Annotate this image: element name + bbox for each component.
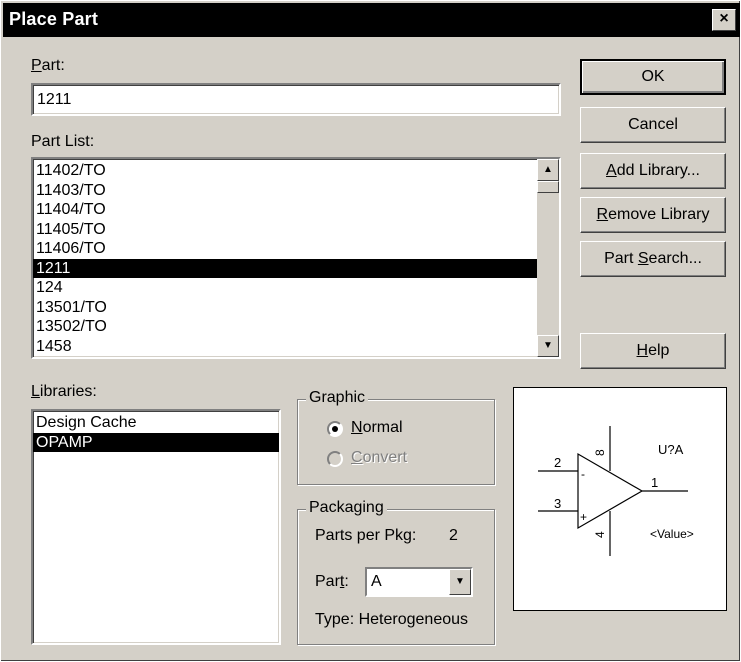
library-list-item[interactable]: OPAMP xyxy=(33,432,279,452)
ok-button[interactable]: OK xyxy=(580,59,726,95)
plus-sign: + xyxy=(580,510,587,524)
pin-3-label: 3 xyxy=(554,496,561,511)
title-bar[interactable]: Place Part × xyxy=(3,3,740,37)
add-library-button[interactable]: Add Library... xyxy=(580,153,726,189)
pkg-part-value: A xyxy=(371,573,382,590)
part-list-item[interactable]: 11402/TO xyxy=(33,161,537,181)
part-list[interactable]: 11402/TO 11403/TO 11404/TO 11405/TO 11406/TO… xyxy=(31,157,561,359)
ref-designator: U?A xyxy=(658,442,684,457)
libraries-label: Libraries: xyxy=(31,383,97,400)
place-part-dialog: Place Part × Part: 1211 Part List: 11402… xyxy=(0,0,741,662)
graphic-convert-label: Convert xyxy=(351,449,408,466)
part-label: Part: xyxy=(31,57,65,74)
type-label: Type: Heterogeneous xyxy=(315,611,469,628)
pkg-part-dropdown-button[interactable]: ▼ xyxy=(449,569,471,595)
pin-8-label: 8 xyxy=(593,449,607,456)
minus-sign: - xyxy=(581,467,585,481)
part-list-scrollbar[interactable]: ▲ ▼ xyxy=(537,159,559,357)
chevron-down-icon: ▼ xyxy=(455,576,465,587)
parts-per-pkg-value: 2 xyxy=(449,527,458,544)
cancel-button[interactable]: Cancel xyxy=(580,107,726,143)
dialog-title: Place Part xyxy=(9,9,99,29)
graphic-normal-label[interactable]: Normal xyxy=(351,419,403,437)
value-label: <Value> xyxy=(650,527,694,541)
part-list-item[interactable]: 11403/TO xyxy=(33,181,537,201)
part-input[interactable]: 1211 xyxy=(31,83,561,116)
graphic-normal-radio[interactable] xyxy=(327,421,343,437)
part-list-item[interactable]: 11405/TO xyxy=(33,220,537,240)
part-list-item[interactable]: 13502/TO xyxy=(33,317,537,337)
pkg-part-select[interactable]: A ▼ xyxy=(365,567,473,597)
remove-library-button[interactable]: Remove Library xyxy=(580,197,726,233)
help-button[interactable]: Help xyxy=(580,333,726,369)
graphic-convert-radio xyxy=(327,451,343,467)
scroll-thumb[interactable] xyxy=(537,181,559,193)
part-preview: 2 3 1 8 4 - + U?A <Value> xyxy=(513,387,727,611)
pin-1-label: 1 xyxy=(651,475,658,490)
part-list-item[interactable]: 1458 xyxy=(33,337,537,357)
scroll-up-button[interactable]: ▲ xyxy=(537,159,559,181)
up-arrow-icon: ▲ xyxy=(543,164,553,175)
graphic-group: Graphic xyxy=(297,389,495,485)
part-list-item[interactable]: 11406/TO xyxy=(33,239,537,259)
scroll-down-button[interactable]: ▼ xyxy=(537,335,559,357)
graphic-group-title: Graphic xyxy=(306,389,369,407)
part-list-item[interactable]: 13501/TO xyxy=(33,298,537,318)
libraries-list[interactable]: Design Cache OPAMP xyxy=(31,409,281,645)
pin-2-label: 2 xyxy=(554,455,561,470)
parts-per-pkg-label: Parts per Pkg: xyxy=(315,527,417,544)
pkg-part-label: Part: xyxy=(315,573,349,590)
packaging-group-title: Packaging xyxy=(306,499,387,517)
part-search-button[interactable]: Part Search... xyxy=(580,241,726,277)
part-list-label: Part List: xyxy=(31,133,95,150)
part-list-item[interactable]: 1211 xyxy=(33,258,537,278)
part-list-item[interactable]: 11404/TO xyxy=(33,200,537,220)
pin-4-label: 4 xyxy=(593,531,607,538)
opamp-symbol: 2 3 1 8 4 - + U?A <Value> xyxy=(538,426,694,556)
library-list-item[interactable]: Design Cache xyxy=(33,413,279,433)
part-list-item[interactable]: 124 xyxy=(33,278,537,298)
down-arrow-icon: ▼ xyxy=(543,340,553,351)
close-button[interactable]: × xyxy=(712,9,736,31)
